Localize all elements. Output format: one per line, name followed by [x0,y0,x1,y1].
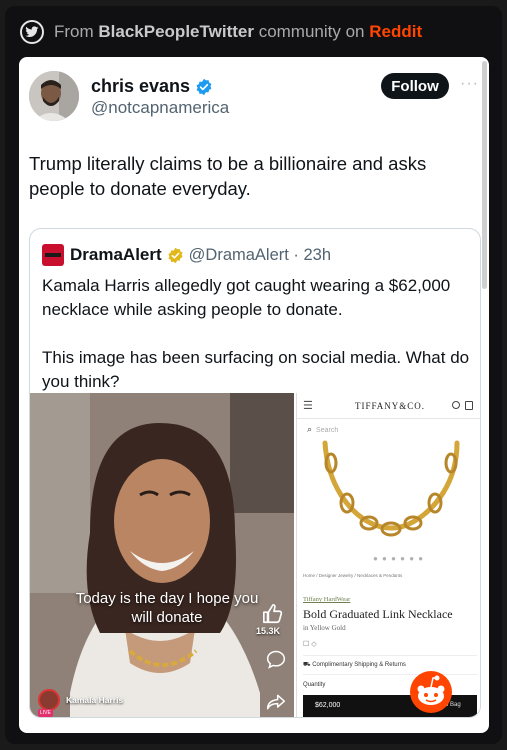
source-middle: community on [253,22,370,41]
quoted-tweet[interactable]: DramaAlert @DramaAlert · 23h Kamala Harr… [29,228,481,718]
tweet-card: chris evans @notcapnamerica Follow ··· T… [19,57,489,733]
shop-screenshot: ☰ TIFFANY&CO. ⌕ Search ● ● ● ● ● ● Home … [296,393,480,717]
shop-price: $62,000 [315,702,341,709]
shop-divider [303,655,477,656]
video-caption: Today is the day I hope you will donate [75,590,259,626]
author-name-text[interactable]: chris evans [91,76,190,97]
author-name[interactable]: chris evans [91,76,213,97]
video-still [30,393,294,717]
gold-verified-badge-icon [168,247,183,263]
share-arrow-icon[interactable] [266,693,286,711]
reddit-link[interactable]: Reddit [369,22,422,41]
shop-product-title: Bold Graduated Link Necklace [303,607,453,621]
shop-collection: Tiffany HardWear [303,596,351,603]
creator-avatar[interactable] [38,689,60,711]
thumbs-up-icon[interactable] [262,603,284,625]
shop-breadcrumb: Home / Designer Jewelry / Necklaces & Pe… [303,573,403,578]
embed-source-bar: From BlackPeopleTwitter community on Red… [20,20,422,44]
shop-variant: in Yellow Gold [303,624,346,632]
avatar[interactable] [29,71,79,121]
reddit-snoo-icon[interactable] [409,670,453,714]
video-frame[interactable]: Today is the day I hope you will donate … [30,393,294,717]
shop-bag-icon [465,401,473,410]
live-badge: LIVE [38,709,53,717]
quoted-paragraph-2: This image has been surfacing on social … [42,348,470,391]
shop-user-icon [452,401,460,409]
verified-badge-icon [196,78,212,95]
shop-header: ☰ TIFFANY&CO. [297,393,480,419]
community-link[interactable]: BlackPeopleTwitter [98,22,254,41]
shipping-icon: ⛟ [303,662,313,668]
shop-shipping-text: Complimentary Shipping & Returns [312,662,406,668]
twitter-bird-icon [20,20,44,44]
shop-quantity-label: Quantity [303,682,326,688]
quoted-handle-time[interactable]: @DramaAlert · 23h [189,246,331,265]
quoted-text: Kamala Harris allegedly got caught weari… [42,274,472,394]
necklace-image [322,440,460,537]
more-options-icon[interactable]: ··· [460,75,479,93]
source-line: From BlackPeopleTwitter community on Red… [54,22,422,42]
quoted-header: DramaAlert @DramaAlert · 23h [42,244,331,266]
comment-bubble-icon[interactable] [266,649,286,669]
shop-action-icons: ☐ ◇ [303,641,317,648]
source-prefix: From [54,22,99,41]
video-creator[interactable]: Kamala Harris [38,689,123,711]
author-handle[interactable]: @notcapnamerica [91,98,229,118]
creator-name[interactable]: Kamala Harris [66,695,123,705]
shop-shipping: ⛟ Complimentary Shipping & Returns [303,661,406,669]
scrollbar[interactable] [482,61,487,289]
carousel-dots: ● ● ● ● ● ● [373,554,425,563]
dramaalert-logo[interactable] [42,244,64,266]
quoted-paragraph-1: Kamala Harris allegedly got caught weari… [42,276,451,319]
like-count: 15.3K [256,626,281,636]
follow-button[interactable]: Follow [381,73,449,99]
quoted-author-name[interactable]: DramaAlert [70,245,162,265]
tweet-text: Trump literally claims to be a billionai… [29,153,427,199]
